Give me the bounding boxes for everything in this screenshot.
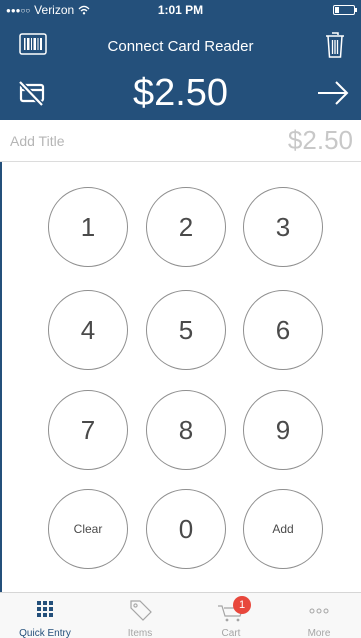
key-5[interactable]: 5 [146, 290, 226, 370]
tab-items[interactable]: Items [95, 593, 185, 638]
tag-icon [130, 600, 152, 621]
tab-label: Quick Entry [19, 628, 71, 638]
tab-quick-entry[interactable]: Quick Entry [0, 593, 90, 638]
keypad: 1 2 3 4 5 6 7 8 9 Clear 0 Add [0, 162, 361, 592]
delete-button[interactable] [323, 30, 347, 60]
tab-cart[interactable]: 1 Cart [186, 593, 276, 638]
add-button[interactable]: Add [243, 489, 323, 569]
key-7[interactable]: 7 [48, 390, 128, 470]
total-amount: $2.50 [132, 72, 229, 114]
tab-bar: Quick Entry Items 1 Cart More [0, 592, 361, 638]
barcode-icon [19, 33, 47, 55]
more-icon [309, 608, 329, 614]
header-bar: ●●●○○ Verizon 1:01 PM Connect Card Reade… [0, 0, 361, 120]
key-6[interactable]: 6 [243, 290, 323, 370]
next-button[interactable] [315, 78, 351, 108]
battery-icon [333, 5, 357, 15]
no-card-button[interactable] [16, 78, 46, 108]
grid-icon [37, 601, 53, 617]
title-row: Connect Card Reader [0, 28, 361, 64]
barcode-scan-button[interactable] [18, 32, 48, 56]
trash-icon [326, 32, 344, 58]
tab-more[interactable]: More [274, 593, 361, 638]
key-0[interactable]: 0 [146, 489, 226, 569]
clear-button[interactable]: Clear [48, 489, 128, 569]
cart-count-badge: 1 [233, 596, 251, 614]
card-off-icon [18, 80, 45, 107]
key-9[interactable]: 9 [243, 390, 323, 470]
key-3[interactable]: 3 [243, 187, 323, 267]
key-2[interactable]: 2 [146, 187, 226, 267]
key-8[interactable]: 8 [146, 390, 226, 470]
tab-label: More [307, 628, 331, 638]
tab-label: Items [127, 628, 153, 638]
title-input-row: $2.50 [0, 120, 361, 162]
status-bar: ●●●○○ Verizon 1:01 PM [0, 0, 361, 20]
arrow-right-icon [318, 81, 349, 105]
tab-label: Cart [221, 628, 241, 638]
key-4[interactable]: 4 [48, 290, 128, 370]
app-screen: ●●●○○ Verizon 1:01 PM Connect Card Reade… [0, 0, 361, 638]
line-amount: $2.50 [287, 125, 353, 155]
page-title[interactable]: Connect Card Reader [60, 38, 301, 55]
amount-row: $2.50 [0, 68, 361, 120]
status-time: 1:01 PM [157, 3, 204, 17]
add-title-input[interactable] [10, 128, 210, 154]
key-1[interactable]: 1 [48, 187, 128, 267]
